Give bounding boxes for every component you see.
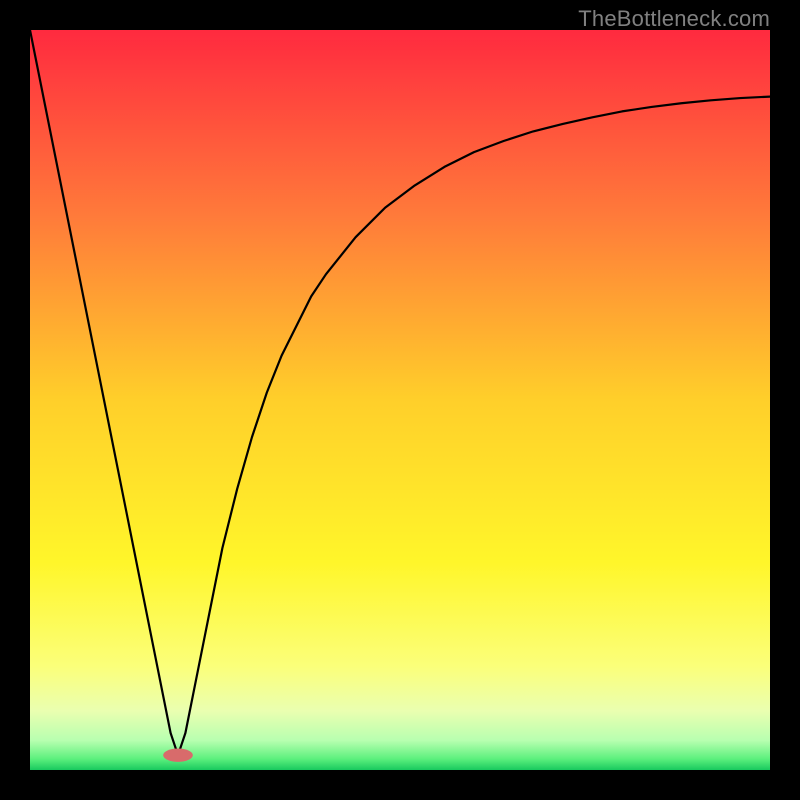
gradient-background [30, 30, 770, 770]
minimum-marker [163, 749, 193, 762]
watermark-label: TheBottleneck.com [578, 6, 770, 32]
chart-svg [30, 30, 770, 770]
